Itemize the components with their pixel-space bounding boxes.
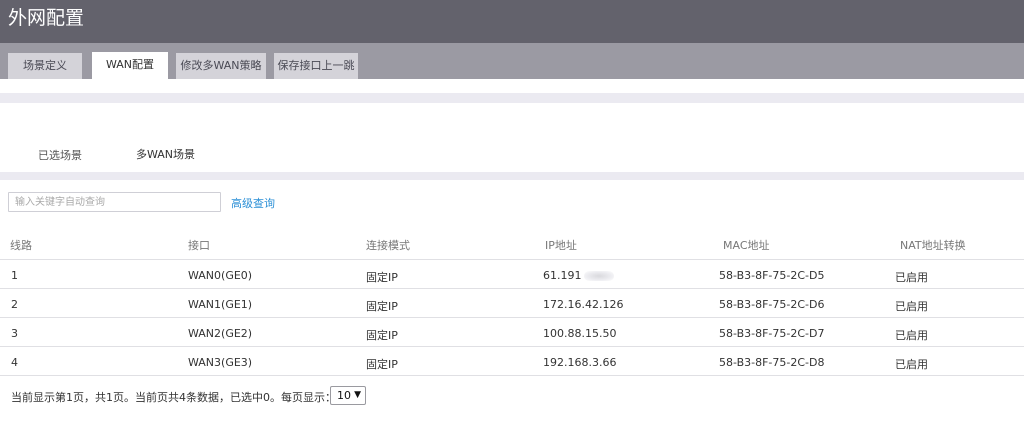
table-row[interactable]: 1 WAN0(GE0) 固定IP 61.191 58-B3-8F-75-2C-D…	[0, 260, 1024, 289]
page-title: 外网配置	[8, 7, 85, 29]
column-header-nat: NAT地址转换	[900, 239, 966, 252]
tab-modify-multiwan-policy[interactable]: 修改多WAN策略	[176, 53, 266, 79]
cell-ip-address: 100.88.15.50	[543, 327, 617, 340]
tab-save-interface-next-hop[interactable]: 保存接口上一跳	[274, 53, 358, 79]
table-row[interactable]: 2 WAN1(GE1) 固定IP 172.16.42.126 58-B3-8F-…	[0, 289, 1024, 318]
cell-line: 2	[11, 298, 18, 311]
page-size-select[interactable]: 10 ▼	[330, 386, 366, 405]
cell-connection-mode: 固定IP	[366, 300, 398, 313]
selected-scene-value: 多WAN场景	[136, 148, 196, 161]
cell-interface: WAN1(GE1)	[188, 298, 253, 311]
column-header-interface: 接口	[188, 239, 210, 252]
column-header-connection-mode: 连接模式	[366, 239, 410, 252]
search-input[interactable]	[8, 192, 221, 212]
cell-nat: 已启用	[895, 329, 928, 342]
cell-mac-address: 58-B3-8F-75-2C-D7	[719, 327, 825, 340]
cell-line: 4	[11, 356, 18, 369]
table-row[interactable]: 4 WAN3(GE3) 固定IP 192.168.3.66 58-B3-8F-7…	[0, 347, 1024, 376]
cell-nat: 已启用	[895, 300, 928, 313]
cell-interface: WAN0(GE0)	[188, 269, 253, 282]
cell-nat: 已启用	[895, 271, 928, 284]
pagination-summary: 当前显示第1页，共1页。当前页共4条数据，已选中0。每页显示：	[11, 391, 336, 404]
chevron-down-icon: ▼	[354, 390, 361, 400]
section-divider	[0, 172, 1024, 180]
cell-interface: WAN2(GE2)	[188, 327, 253, 340]
advanced-search-link[interactable]: 高级查询	[231, 195, 275, 211]
redacted-blur	[583, 271, 614, 281]
tab-bar: 场景定义 WAN配置 修改多WAN策略 保存接口上一跳	[0, 43, 1024, 79]
table-header: 线路 接口 连接模式 IP地址 MAC地址 NAT地址转换	[0, 226, 1024, 260]
page-size-value: 10	[337, 389, 351, 402]
cell-connection-mode: 固定IP	[366, 358, 398, 371]
cell-connection-mode: 固定IP	[366, 329, 398, 342]
title-bar: 外网配置	[0, 0, 1024, 43]
cell-mac-address: 58-B3-8F-75-2C-D5	[719, 269, 825, 282]
column-header-line: 线路	[10, 239, 32, 252]
cell-nat: 已启用	[895, 358, 928, 371]
cell-mac-address: 58-B3-8F-75-2C-D8	[719, 356, 825, 369]
cell-connection-mode: 固定IP	[366, 271, 398, 284]
cell-mac-address: 58-B3-8F-75-2C-D6	[719, 298, 825, 311]
tab-wan-config[interactable]: WAN配置	[92, 52, 168, 79]
cell-ip-address: 172.16.42.126	[543, 298, 624, 311]
cell-ip-address: 61.191	[543, 269, 614, 282]
cell-ip-address: 192.168.3.66	[543, 356, 617, 369]
cell-interface: WAN3(GE3)	[188, 356, 253, 369]
tab-scene-definition[interactable]: 场景定义	[8, 53, 82, 79]
column-header-ip-address: IP地址	[545, 239, 577, 252]
cell-line: 1	[11, 269, 18, 282]
table-row[interactable]: 3 WAN2(GE2) 固定IP 100.88.15.50 58-B3-8F-7…	[0, 318, 1024, 347]
column-header-mac-address: MAC地址	[723, 239, 770, 252]
section-divider	[0, 93, 1024, 103]
cell-line: 3	[11, 327, 18, 340]
cell-ip-text: 61.191	[543, 269, 582, 282]
selected-scene-label: 已选场景	[38, 149, 82, 162]
